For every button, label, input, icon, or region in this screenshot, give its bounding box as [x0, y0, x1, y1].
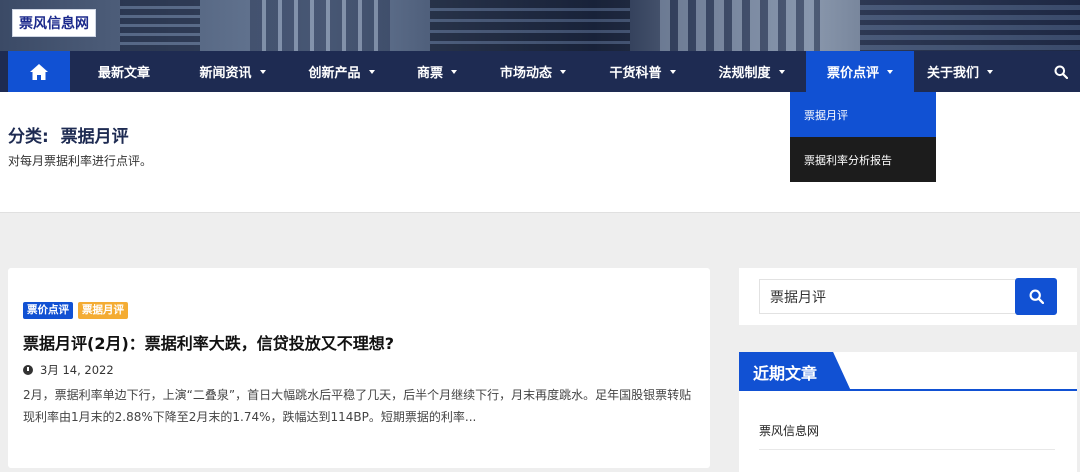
chevron-down-icon	[778, 70, 785, 74]
main-nav: 最新文章 新闻资讯 创新产品 商票 市场动态 干货科普 法规制度 票价点评 关于…	[0, 51, 1080, 92]
chevron-down-icon	[560, 70, 566, 74]
nav-item-label: 关于我们	[926, 66, 979, 81]
banner-building	[660, 0, 820, 51]
chevron-down-icon	[368, 70, 375, 74]
search-button[interactable]	[1015, 278, 1057, 315]
nav-item-label: 市场动态	[499, 66, 552, 81]
nav-item-label: 新闻资讯	[199, 66, 252, 81]
site-logo-text: 票风信息网	[19, 16, 89, 32]
search-icon	[1054, 65, 1069, 80]
header-banner: 票风信息网	[0, 0, 1080, 51]
article-excerpt: 2月，票据利率单边下行，上演“二叠泉”，首日大幅跳水后平稳了几天，后半个月继续下…	[23, 388, 692, 424]
sidebar-search	[739, 268, 1077, 325]
nav-item-market[interactable]: 市场动态	[478, 51, 588, 92]
article-tags: 票价点评 票据月评	[23, 302, 128, 319]
price-review-dropdown: 票据月评 票据利率分析报告	[790, 92, 936, 182]
chevron-down-icon	[987, 70, 993, 74]
search-input[interactable]	[759, 279, 1015, 314]
article-title[interactable]: 票据月评(2月)：票据利率大跌，信贷投放又不理想?	[23, 330, 394, 354]
nav-item-knowledge[interactable]: 干货科普	[588, 51, 697, 92]
divider	[759, 449, 1055, 450]
nav-item-news[interactable]: 新闻资讯	[178, 51, 287, 92]
nav-item-about[interactable]: 关于我们	[914, 51, 1006, 92]
nav-item-label: 商票	[416, 66, 443, 81]
nav-item-label: 干货科普	[609, 66, 662, 81]
recent-posts-widget: 近期文章 票风信息网	[739, 352, 1077, 472]
category-name: 票据月评	[60, 127, 129, 147]
article-card: 票价点评 票据月评 票据月评(2月)：票据利率大跌，信贷投放又不理想? 3月 1…	[8, 268, 710, 468]
category-description: 对每月票据利率进行点评。	[8, 154, 153, 168]
article-date: 3月 14, 2022	[40, 363, 114, 377]
home-icon	[30, 63, 48, 80]
nav-item-label: 创新产品	[308, 66, 361, 81]
recent-posts-header: 近期文章	[739, 352, 1077, 391]
dropdown-item-monthly-review[interactable]: 票据月评	[790, 92, 936, 137]
recent-posts-title: 近期文章	[753, 363, 818, 383]
article-tag[interactable]: 票据月评	[78, 302, 128, 319]
category-title: 分类: 票据月评	[8, 122, 129, 147]
recent-post-link[interactable]: 票风信息网	[759, 422, 819, 439]
nav-item-label: 票价点评	[826, 66, 879, 81]
nav-item-price-review[interactable]: 票价点评	[806, 51, 914, 92]
banner-building	[430, 0, 630, 51]
category-prefix: 分类:	[8, 127, 49, 147]
search-icon	[1029, 289, 1044, 304]
site-logo[interactable]: 票风信息网	[12, 9, 96, 37]
nav-home-button[interactable]	[8, 51, 70, 92]
nav-item-regulations[interactable]: 法规制度	[697, 51, 806, 92]
chevron-down-icon	[259, 70, 266, 74]
banner-building	[250, 0, 390, 51]
recent-posts-tab: 近期文章	[739, 352, 851, 391]
nav-item-commercial-bills[interactable]: 商票	[396, 51, 478, 92]
nav-search-button[interactable]	[1054, 64, 1069, 83]
chevron-down-icon	[887, 70, 893, 74]
nav-item-label: 最新文章	[97, 66, 150, 81]
nav-item-latest[interactable]: 最新文章	[70, 51, 178, 92]
dropdown-item-rate-report[interactable]: 票据利率分析报告	[790, 137, 936, 182]
clock-icon	[23, 365, 33, 375]
banner-building	[860, 0, 1080, 51]
nav-item-products[interactable]: 创新产品	[287, 51, 396, 92]
chevron-down-icon	[669, 70, 676, 74]
article-tag[interactable]: 票价点评	[23, 302, 73, 319]
article-meta: 3月 14, 2022	[23, 362, 114, 378]
chevron-down-icon	[451, 70, 457, 74]
banner-building	[120, 0, 200, 51]
nav-item-label: 法规制度	[718, 66, 771, 81]
